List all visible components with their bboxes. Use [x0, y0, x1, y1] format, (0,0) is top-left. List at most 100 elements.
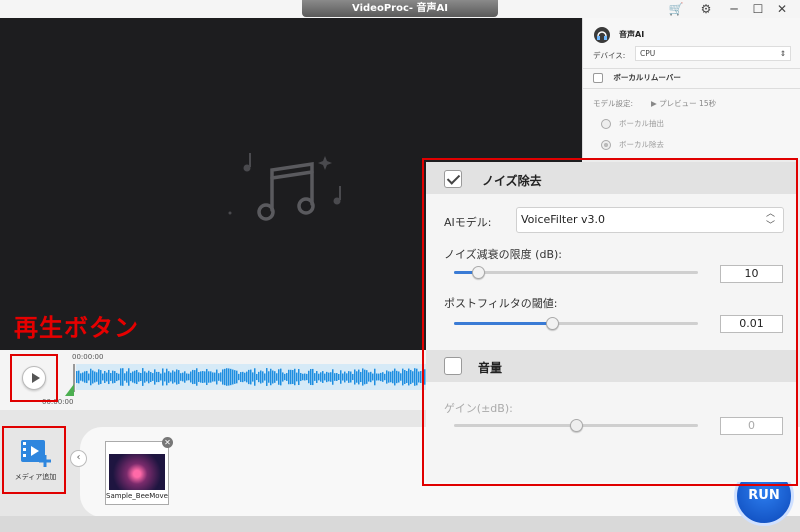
play-button-annotation: 再生ボタン	[14, 314, 139, 342]
vocal-remove-radio[interactable]	[601, 140, 611, 150]
waveform-bar	[148, 370, 150, 384]
waveform-bar	[370, 371, 372, 383]
waveform-bar	[414, 368, 416, 386]
vocal-remove-option[interactable]: ボーカル除去	[601, 139, 664, 150]
waveform-bar	[210, 371, 212, 383]
device-label: デバイス:	[593, 51, 626, 60]
gear-icon[interactable]: ⚙	[698, 2, 714, 16]
waveform-bar	[386, 370, 388, 384]
waveform-bar	[270, 368, 272, 386]
waveform-bar	[304, 373, 306, 381]
playhead-marker[interactable]	[65, 384, 74, 396]
waveform-bar	[106, 372, 108, 382]
waveform-bar	[198, 372, 200, 382]
waveform-bar	[404, 370, 406, 384]
waveform-bar	[252, 372, 254, 382]
play-icon: ▶	[651, 99, 657, 108]
scroll-left-button[interactable]: ‹	[70, 450, 87, 467]
waveform-bar	[140, 372, 142, 382]
waveform-bar	[282, 372, 284, 382]
waveform-bar	[230, 368, 232, 386]
waveform-bar	[366, 370, 368, 384]
waveform-bar	[378, 373, 380, 381]
waveform-bar	[124, 373, 126, 381]
waveform-bar	[342, 373, 344, 381]
waveform-bar	[120, 368, 122, 386]
waveform-bar	[156, 371, 158, 383]
app-window: VideoProc- 音声AI 🛒 ⚙ ─ ☐ ✕ 音声AI デバイス: CPU…	[0, 0, 800, 532]
media-thumbnail[interactable]: Sample_BeeMove ✕	[105, 437, 173, 505]
waveform-bar	[374, 368, 376, 386]
waveform-bar	[320, 372, 322, 382]
waveform-bar	[238, 373, 240, 381]
waveform-bar	[212, 372, 214, 382]
waveform-bar	[172, 370, 174, 384]
annotation-box-play	[10, 354, 58, 402]
waveform-bar	[112, 370, 114, 384]
waveform-bar	[142, 368, 144, 386]
device-select[interactable]: CPU ⇕	[635, 46, 791, 61]
cart-icon[interactable]: 🛒	[668, 2, 684, 16]
waveform-bar	[90, 368, 92, 386]
waveform-bar	[324, 373, 326, 381]
waveform-bar	[300, 372, 302, 382]
waveform-bar	[418, 371, 420, 383]
waveform-bar	[132, 371, 134, 383]
waveform-bar	[126, 371, 128, 383]
waveform-bar	[158, 371, 160, 383]
waveform-bar	[208, 371, 210, 383]
waveform-bar	[266, 368, 268, 386]
waveform-bar	[394, 368, 396, 386]
window-title: VideoProc- 音声AI	[302, 0, 498, 17]
timeline-time-top: 00:00:00	[72, 353, 104, 361]
vocal-extract-label: ボーカル抽出	[619, 119, 664, 128]
device-value: CPU	[640, 49, 656, 58]
waveform-bar	[88, 373, 90, 381]
waveform-bar	[76, 371, 78, 383]
waveform-bar	[262, 371, 264, 383]
waveform-bar	[284, 373, 286, 381]
vocal-remover-checkbox[interactable]	[593, 73, 603, 83]
annotation-box-noise-panel	[422, 158, 798, 486]
waveform-bar	[122, 368, 124, 386]
waveform-bar	[396, 370, 398, 384]
waveform-bar	[382, 372, 384, 382]
waveform-bar	[348, 371, 350, 383]
waveform-bar	[280, 368, 282, 386]
waveform-bar	[292, 370, 294, 384]
annotation-box-add-media	[2, 426, 66, 494]
model-setting-label: モデル設定:	[593, 99, 634, 108]
waveform-bar	[264, 373, 266, 381]
waveform-bar	[242, 371, 244, 383]
waveform-bar	[340, 370, 342, 384]
waveform-bar	[86, 370, 88, 384]
vocal-extract-radio[interactable]	[601, 119, 611, 129]
preview-button[interactable]: ▶ プレビュー 15秒	[651, 98, 716, 109]
minimize-icon[interactable]: ─	[726, 2, 742, 16]
vocal-extract-option[interactable]: ボーカル抽出	[601, 118, 664, 129]
waveform-bar	[204, 371, 206, 383]
waveform-bar	[190, 371, 192, 383]
waveform-bar	[114, 371, 116, 383]
divider	[583, 68, 800, 69]
close-icon[interactable]: ✕	[774, 2, 790, 16]
waveform-bar	[184, 371, 186, 383]
waveform-bar	[130, 372, 132, 382]
waveform-bar	[78, 370, 80, 384]
waveform-bar	[410, 369, 412, 385]
waveform-bar	[412, 371, 414, 383]
waveform-bar	[94, 371, 96, 383]
waveform-bar	[224, 368, 226, 386]
waveform-bar	[134, 370, 136, 384]
vocal-remover-row[interactable]: ボーカルリムーバー	[593, 72, 681, 83]
waveform-bar	[108, 369, 110, 385]
waveform-bar	[312, 368, 314, 386]
waveform-bar	[116, 372, 118, 382]
maximize-icon[interactable]: ☐	[750, 2, 766, 16]
waveform-bar	[84, 371, 86, 383]
waveform-bar	[254, 368, 256, 386]
waveform-bar	[302, 373, 304, 381]
waveform-bar	[288, 369, 290, 385]
remove-media-icon[interactable]: ✕	[162, 437, 173, 448]
waveform-bar	[272, 370, 274, 384]
